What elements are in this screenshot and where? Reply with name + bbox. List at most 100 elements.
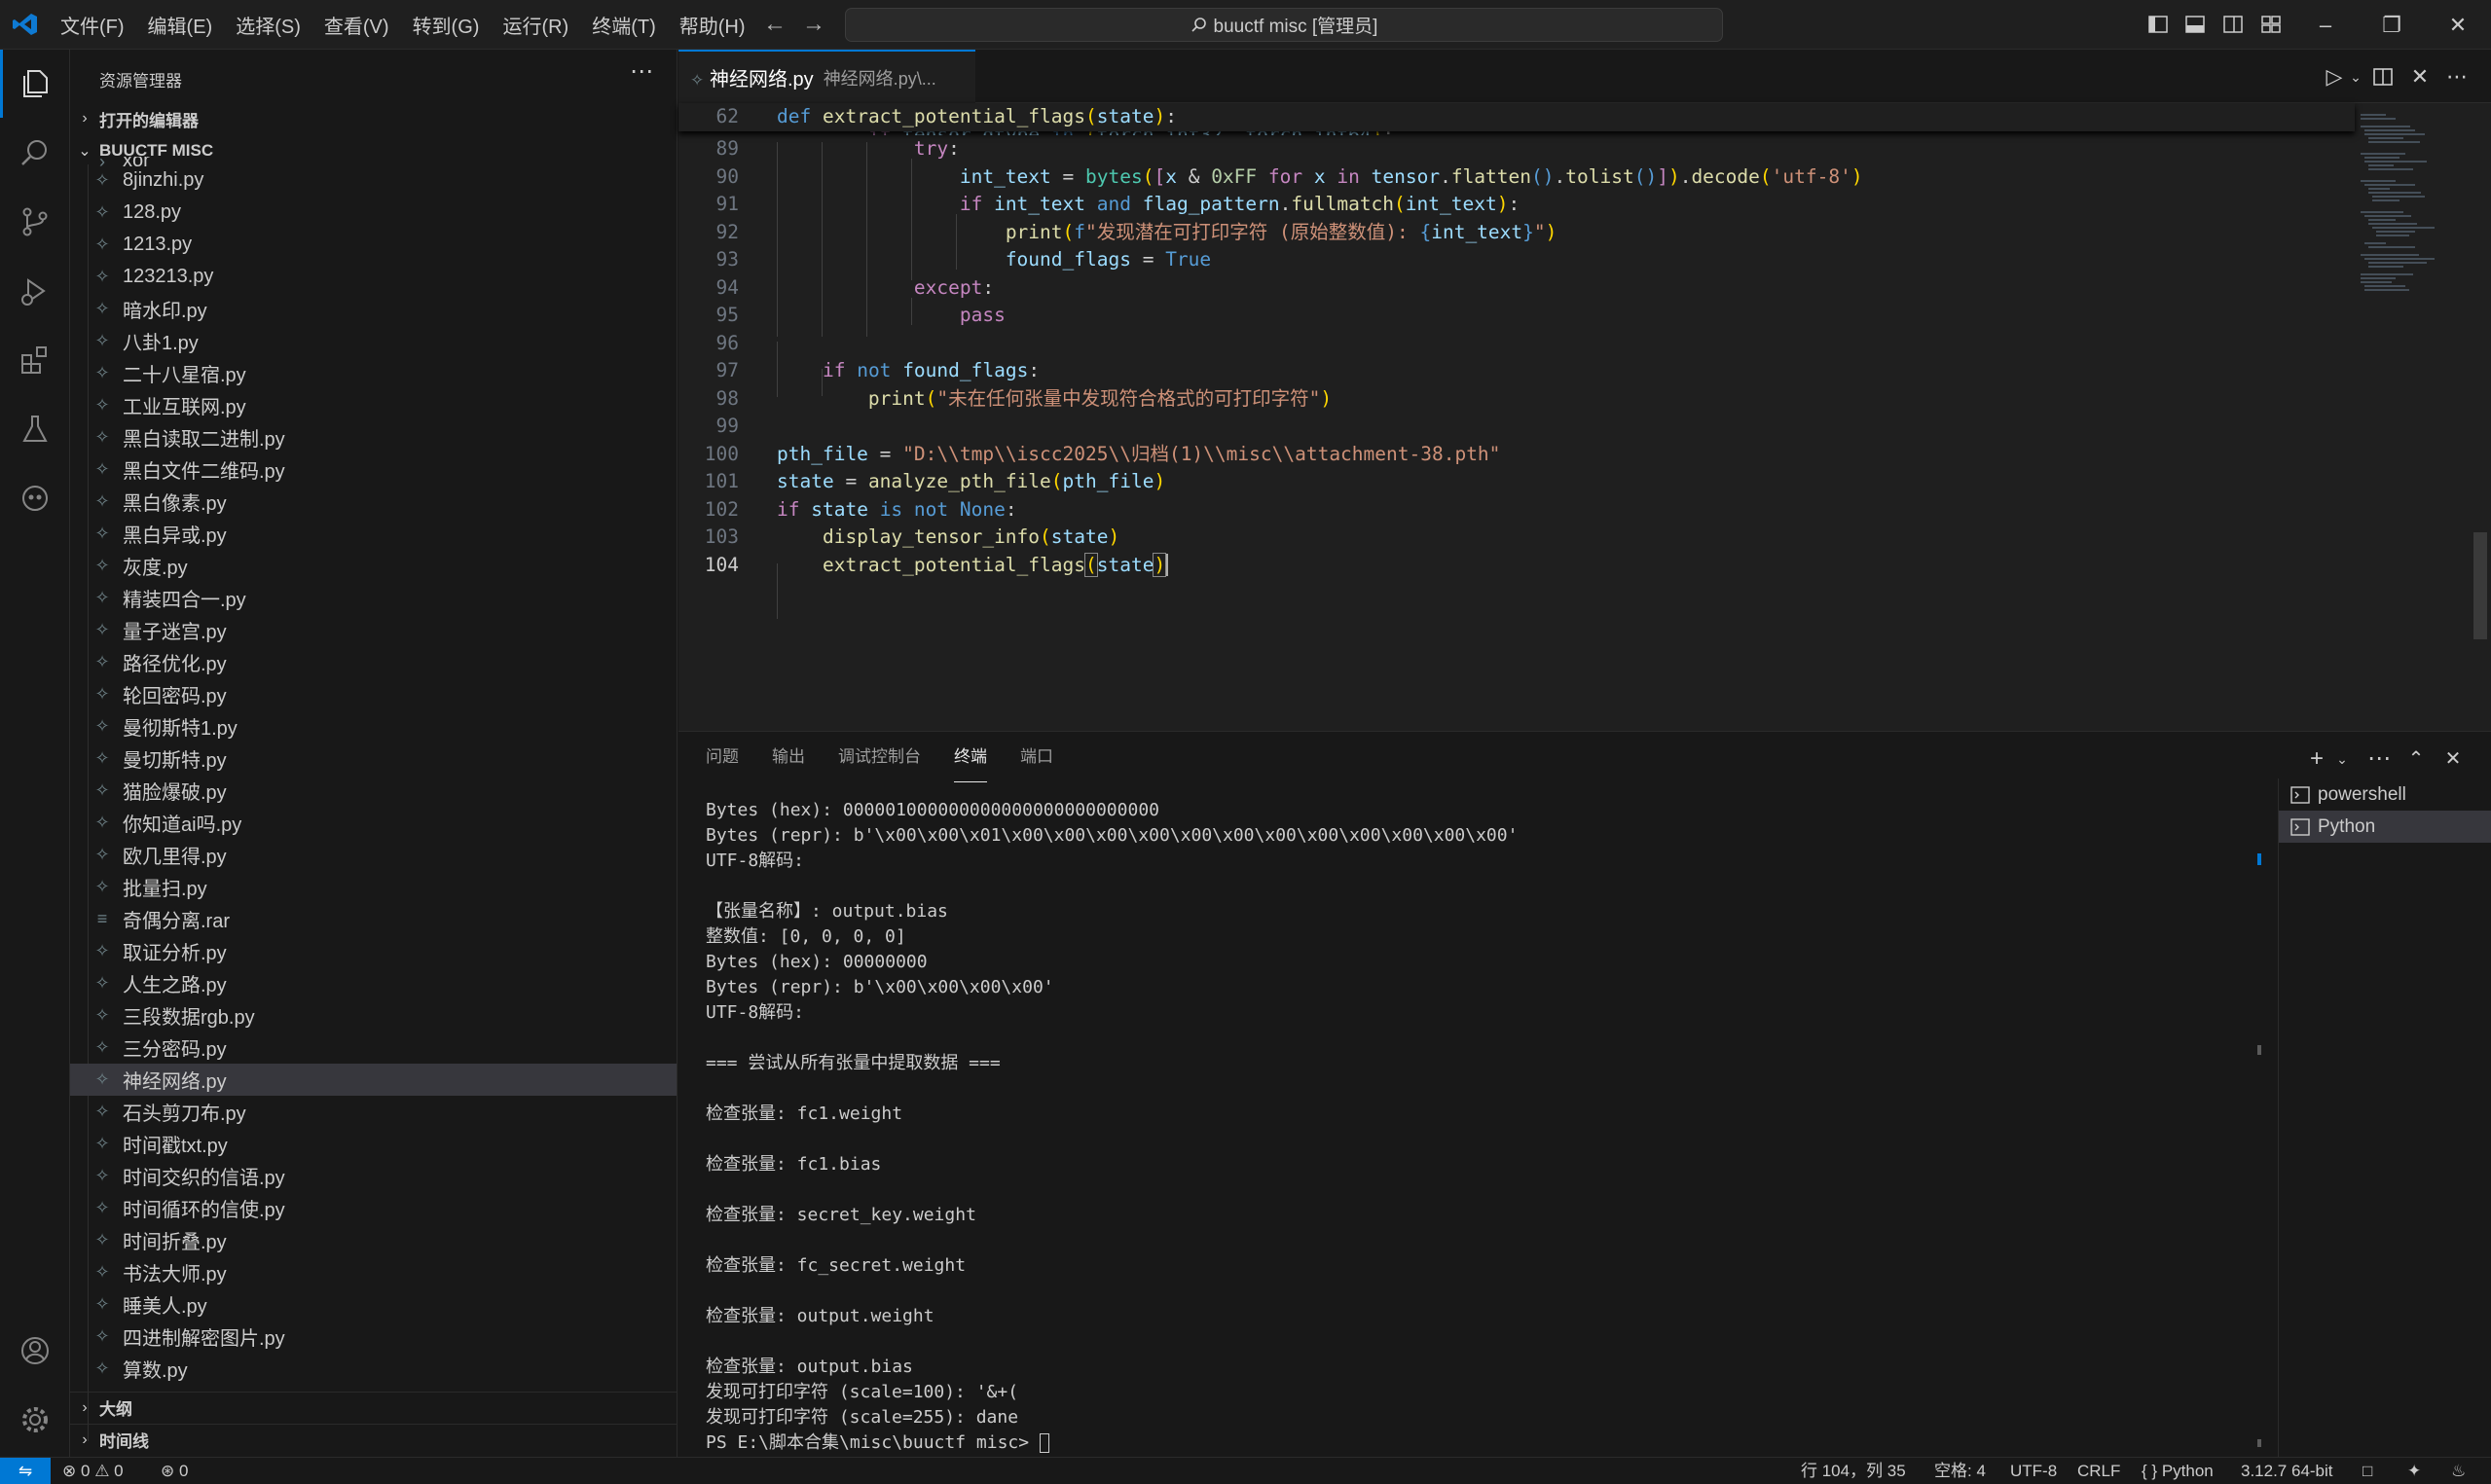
minimize-icon[interactable]: – xyxy=(2292,0,2359,50)
panel-tab[interactable]: 终端 xyxy=(954,732,987,782)
close-editors-icon[interactable]: ✕ xyxy=(2407,64,2433,90)
forward-arrow-icon[interactable]: → xyxy=(801,12,826,37)
menu-item[interactable]: 终端(T) xyxy=(580,11,668,39)
minimap[interactable] xyxy=(2357,103,2477,731)
testing-flask-icon[interactable] xyxy=(0,395,70,463)
file-item[interactable]: ✧ 批量扫.py xyxy=(70,871,677,903)
file-item[interactable]: ✧ 欧几里得.py xyxy=(70,839,677,871)
panel-tab[interactable]: 端口 xyxy=(1020,732,1053,782)
cursor-position[interactable]: 行 104，列 35 xyxy=(1801,1458,1906,1484)
file-item[interactable]: ✧ 123213.py xyxy=(70,261,677,293)
menu-item[interactable]: 帮助(H) xyxy=(668,11,757,39)
source-control-icon[interactable] xyxy=(0,188,70,256)
extensions-icon[interactable] xyxy=(0,326,70,394)
file-item[interactable]: ✧ 黑白读取二进制.py xyxy=(70,421,677,453)
file-item[interactable]: ✧ 灰度.py xyxy=(70,550,677,582)
file-item[interactable]: ✧ 取证分析.py xyxy=(70,935,677,967)
terminal-output[interactable]: Bytes (hex): 000001000000000000000000000… xyxy=(706,798,2273,1453)
file-item[interactable]: ✧ 人生之路.py xyxy=(70,967,677,999)
notifications-bell-icon[interactable]: ♨ xyxy=(2451,1458,2466,1484)
explorer-icon[interactable] xyxy=(0,50,70,118)
toggle-panel-icon[interactable] xyxy=(2183,13,2207,36)
account-icon[interactable] xyxy=(0,1317,70,1385)
close-panel-icon[interactable]: ✕ xyxy=(2438,744,2468,774)
menu-item[interactable]: 运行(R) xyxy=(491,11,580,39)
sticky-scroll-line[interactable]: 62 def extract_potential_flags(state): xyxy=(678,103,2355,131)
timeline-section[interactable]: › 时间线 xyxy=(70,1424,677,1455)
file-item[interactable]: ✧ 曼切斯特.py xyxy=(70,742,677,775)
file-item[interactable]: ✧ 石头剪刀布.py xyxy=(70,1096,677,1128)
file-item[interactable]: ✧ 你知道ai吗.py xyxy=(70,807,677,839)
more-actions-icon[interactable]: ⋯ xyxy=(2444,64,2470,90)
run-debug-icon[interactable] xyxy=(0,257,70,325)
language-mode[interactable]: { } Python xyxy=(2142,1458,2214,1484)
chevron-down-icon[interactable]: ⌄ xyxy=(2327,744,2357,774)
ports-status[interactable]: ⊛ 0 xyxy=(161,1458,188,1484)
encoding-status[interactable]: UTF-8 xyxy=(2010,1458,2057,1484)
file-item[interactable]: ✧ 三段数据rgb.py xyxy=(70,999,677,1032)
editor-scrollbar-thumb[interactable] xyxy=(2473,532,2487,639)
file-item[interactable]: ✧ 八卦1.py xyxy=(70,325,677,357)
more-actions-icon[interactable]: ⋯ xyxy=(2364,744,2394,774)
file-item[interactable]: ✧ 1213.py xyxy=(70,229,677,261)
file-item[interactable]: ✧ 二十八星宿.py xyxy=(70,357,677,389)
file-item[interactable]: ✧ 工业互联网.py xyxy=(70,389,677,421)
file-item[interactable]: ✧ 三分密码.py xyxy=(70,1032,677,1064)
toggle-secondary-sidebar-icon[interactable] xyxy=(2221,13,2245,36)
maximize-panel-icon[interactable]: ⌃ xyxy=(2401,744,2431,774)
file-item[interactable]: ✧ 路径优化.py xyxy=(70,646,677,678)
indentation-status[interactable]: 空格: 4 xyxy=(1934,1458,1986,1484)
file-item[interactable]: ≡ 奇偶分离.rar xyxy=(70,903,677,935)
panel-tab[interactable]: 调试控制台 xyxy=(838,732,921,782)
copilot-status-icon[interactable]: ✦ xyxy=(2407,1458,2421,1484)
restore-icon[interactable]: ❐ xyxy=(2359,0,2425,50)
file-item[interactable]: ✧ 时间折叠.py xyxy=(70,1224,677,1256)
file-item[interactable]: ✧ 曼彻斯特1.py xyxy=(70,710,677,742)
vscode-logo-icon[interactable] xyxy=(12,11,39,38)
file-item[interactable]: ✧ 精装四合一.py xyxy=(70,582,677,614)
chevron-down-icon[interactable]: ⌄ xyxy=(2343,64,2368,90)
file-item[interactable]: ✧ 神经网络.py xyxy=(70,1064,677,1096)
menu-item[interactable]: 文件(F) xyxy=(49,11,136,39)
terminal-scrollbar[interactable] xyxy=(2253,782,2267,1454)
file-item[interactable]: ✧ 暗水印.py xyxy=(70,293,677,325)
more-actions-icon[interactable]: ⋯ xyxy=(630,57,653,86)
terminal-item-powershell[interactable]: powershell xyxy=(2279,778,2491,811)
settings-gear-icon[interactable] xyxy=(0,1386,70,1454)
file-item[interactable]: ✧ 黑白异或.py xyxy=(70,518,677,550)
file-item[interactable]: ✧ 时间戳txt.py xyxy=(70,1128,677,1160)
file-item[interactable]: ✧ 睡美人.py xyxy=(70,1288,677,1321)
code-editor[interactable]: 62 def extract_potential_flags(state): 8… xyxy=(678,103,2491,731)
terminal-item-python[interactable]: Python xyxy=(2279,811,2491,843)
file-item[interactable]: ✧ 128.py xyxy=(70,197,677,229)
remote-icon[interactable]: ⇋ xyxy=(0,1458,51,1484)
eol-status[interactable]: CRLF xyxy=(2077,1458,2120,1484)
file-item[interactable]: ✧ 黑白文件二维码.py xyxy=(70,453,677,486)
file-item[interactable]: ✧ 轮回密码.py xyxy=(70,678,677,710)
panel-tab[interactable]: 问题 xyxy=(706,732,739,782)
menu-item[interactable]: 编辑(E) xyxy=(136,11,225,39)
notebook-icon[interactable]: □ xyxy=(2363,1458,2372,1484)
close-window-icon[interactable]: ✕ xyxy=(2425,0,2491,50)
file-item[interactable]: ✧ 时间交织的信语.py xyxy=(70,1160,677,1192)
file-item[interactable]: ✧ 时间循环的信使.py xyxy=(70,1192,677,1224)
back-arrow-icon[interactable]: ← xyxy=(762,12,788,37)
panel-tab[interactable]: 输出 xyxy=(772,732,805,782)
file-item[interactable]: ✧ 算数.py xyxy=(70,1353,677,1385)
search-icon[interactable] xyxy=(0,119,70,187)
problems-status[interactable]: ⊗ 0 ⚠ 0 xyxy=(62,1458,124,1484)
split-editor-icon[interactable] xyxy=(2370,64,2396,90)
tab-active-file[interactable]: ✧ 神经网络.py 神经网络.py\... xyxy=(678,50,975,103)
file-item[interactable]: ✧ 猫脸爆破.py xyxy=(70,775,677,807)
file-item[interactable]: ✧ 8jinzhi.py xyxy=(70,164,677,197)
customize-layout-icon[interactable] xyxy=(2259,13,2283,36)
file-item[interactable]: ✧ 黑白像素.py xyxy=(70,486,677,518)
toggle-sidebar-icon[interactable] xyxy=(2146,13,2170,36)
outline-section[interactable]: › 大纲 xyxy=(70,1392,677,1423)
menu-item[interactable]: 查看(V) xyxy=(312,11,401,39)
open-editors-section[interactable]: › 打开的编辑器 xyxy=(70,103,677,134)
file-item[interactable]: ✧ 书法大师.py xyxy=(70,1256,677,1288)
file-item[interactable]: ✧ 四进制解密图片.py xyxy=(70,1321,677,1353)
python-interpreter[interactable]: 3.12.7 64-bit xyxy=(2241,1458,2333,1484)
command-center-search[interactable]: buuctf misc [管理员] xyxy=(845,8,1723,42)
